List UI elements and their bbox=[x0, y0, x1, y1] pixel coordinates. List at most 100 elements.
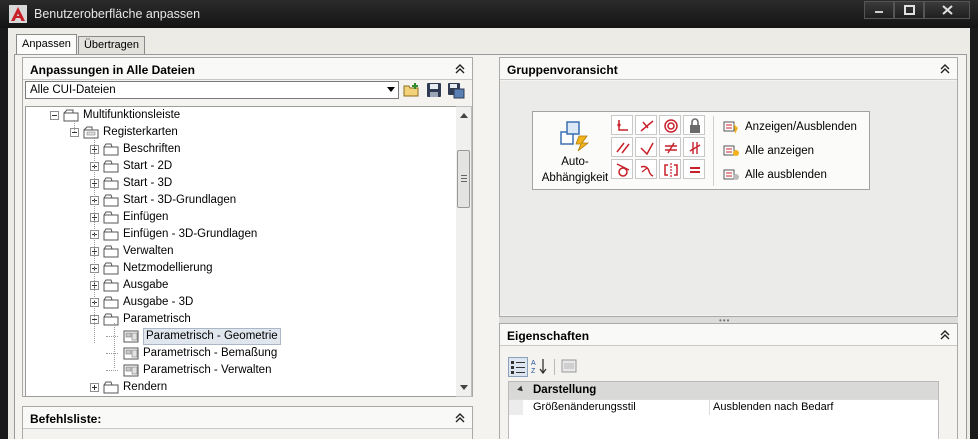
vertical-constraint-button[interactable] bbox=[683, 137, 705, 157]
alphabetical-button[interactable]: AZ bbox=[530, 357, 550, 377]
auto-constrain-button[interactable]: Auto- Abhängigkeit bbox=[537, 116, 609, 186]
tree-node-label: Rendern bbox=[123, 381, 168, 393]
collinear-constraint-button[interactable] bbox=[635, 115, 657, 135]
property-category[interactable]: Darstellung bbox=[509, 382, 938, 399]
tree-node-label: Ausgabe - 3D bbox=[123, 296, 194, 308]
parallel-constraint-button[interactable] bbox=[611, 137, 633, 157]
tree-node[interactable]: Ausgabe - 3D bbox=[26, 294, 456, 311]
lock-icon bbox=[690, 118, 700, 133]
group-preview-panel: Gruppenvoransicht Auto- Abhängigkeit Anz… bbox=[499, 57, 958, 317]
title-bar: Benutzeroberfläche anpassen bbox=[0, 0, 978, 28]
command-list-header[interactable]: Befehlsliste: bbox=[23, 407, 472, 429]
tree-node[interactable]: Beschriften bbox=[26, 141, 456, 158]
minimize-button[interactable] bbox=[864, 1, 894, 19]
scroll-thumb[interactable] bbox=[457, 150, 470, 208]
tree-node[interactable]: Rendern bbox=[26, 379, 456, 396]
save-as-icon[interactable] bbox=[447, 82, 465, 99]
tree-node[interactable]: Einfügen - 3D-Grundlagen bbox=[26, 226, 456, 243]
property-pages-icon bbox=[561, 359, 577, 373]
tab-icon bbox=[103, 177, 119, 190]
tree-node-label: Multifunktionsleiste bbox=[83, 109, 181, 121]
scroll-up-icon[interactable] bbox=[460, 113, 468, 118]
save-icon[interactable] bbox=[425, 82, 443, 99]
properties-title: Eigenschaften bbox=[507, 329, 590, 343]
dialog-client: Anpassen Übertragen Anpassungen in Alle … bbox=[8, 28, 970, 439]
close-button[interactable] bbox=[924, 1, 970, 19]
scroll-down-icon[interactable] bbox=[460, 385, 468, 390]
close-icon bbox=[941, 5, 953, 15]
customizations-tree[interactable]: Multifunktionsleiste Registerkarten Beschr… bbox=[25, 106, 457, 397]
tree-node-label: Start - 3D-Grundlagen bbox=[123, 194, 237, 206]
equal-icon bbox=[690, 167, 700, 173]
tree-node[interactable]: Parametrisch bbox=[26, 311, 456, 328]
tree-node-label: Parametrisch - Verwalten bbox=[143, 364, 272, 376]
property-grid: Darstellung Größenänderungsstil Ausblend… bbox=[508, 381, 939, 439]
tree-node[interactable]: Verwalten bbox=[26, 243, 456, 260]
tree-node[interactable]: Parametrisch - Bemaßung bbox=[26, 345, 456, 362]
toolbar-separator bbox=[554, 359, 555, 375]
tab-uebertragen[interactable]: Übertragen bbox=[77, 36, 145, 54]
tab-icon bbox=[103, 228, 119, 241]
concentric-icon bbox=[664, 119, 678, 133]
expand-arrow-icon bbox=[517, 385, 525, 394]
cui-file-dropdown[interactable]: Alle CUI-Dateien bbox=[25, 81, 399, 99]
concentric-constraint-button[interactable] bbox=[659, 115, 681, 135]
group-separator bbox=[713, 116, 714, 186]
property-row[interactable]: Größenänderungsstil Ausblenden nach Beda… bbox=[509, 399, 938, 415]
tree-node[interactable]: Start - 3D-Grundlagen bbox=[26, 192, 456, 209]
expand-icon[interactable] bbox=[90, 383, 99, 392]
fix-constraint-button[interactable] bbox=[683, 115, 705, 135]
tab-icon bbox=[103, 143, 119, 156]
symmetric-constraint-button[interactable] bbox=[659, 159, 681, 179]
properties-header[interactable]: Eigenschaften bbox=[500, 324, 957, 346]
tree-node-label: Start - 2D bbox=[123, 160, 173, 172]
symmetric-icon bbox=[664, 163, 678, 177]
tree-node-label: Parametrisch - Bemaßung bbox=[143, 347, 278, 359]
tree-node[interactable]: Netzmodellierung bbox=[26, 260, 456, 277]
auto-constrain-label-1: Auto- bbox=[561, 156, 589, 168]
tree-node[interactable]: Ausgabe bbox=[26, 277, 456, 294]
tree-node[interactable]: Multifunktionsleiste bbox=[26, 107, 456, 124]
tree-node[interactable]: Parametrisch - Verwalten bbox=[26, 362, 456, 379]
alphabetical-icon: AZ bbox=[531, 359, 547, 375]
panel-icon bbox=[123, 330, 139, 343]
perpendicular-constraint-button[interactable] bbox=[635, 137, 657, 157]
equal-constraint-button[interactable] bbox=[683, 159, 705, 179]
property-category-label: Darstellung bbox=[533, 384, 597, 396]
collapse-icon[interactable] bbox=[939, 63, 951, 75]
collapse-icon[interactable] bbox=[939, 329, 951, 341]
tree-scrollbar[interactable] bbox=[456, 106, 472, 397]
tree-node-label: Netzmodellierung bbox=[123, 262, 213, 274]
open-file-icon[interactable] bbox=[403, 82, 421, 99]
tree-node-label: Start - 3D bbox=[123, 177, 173, 189]
chevron-down-icon bbox=[387, 87, 395, 92]
smooth-constraint-button[interactable] bbox=[635, 159, 657, 179]
tree-node[interactable]: Einfügen bbox=[26, 209, 456, 226]
collapse-icon[interactable] bbox=[454, 412, 466, 424]
property-pages-button[interactable] bbox=[560, 357, 580, 377]
tree-node[interactable]: Parametrisch - Geometrie bbox=[26, 328, 456, 345]
tab-icon bbox=[103, 194, 119, 207]
tree-node[interactable]: Start - 3D bbox=[26, 175, 456, 192]
tab-anpassen[interactable]: Anpassen bbox=[16, 34, 77, 55]
command-list-panel: Befehlsliste: bbox=[22, 406, 473, 439]
show-hide-label: Anzeigen/Ausblenden bbox=[745, 121, 857, 133]
tab-strip: Anpassen Übertragen bbox=[16, 34, 146, 55]
horizontal-constraint-button[interactable] bbox=[659, 137, 681, 157]
parallel-icon bbox=[616, 142, 630, 154]
customizations-panel-header[interactable]: Anpassungen in Alle Dateien bbox=[23, 58, 472, 80]
tree-node-label: Einfügen bbox=[123, 211, 169, 223]
tab-icon bbox=[103, 160, 119, 173]
coincident-constraint-button[interactable] bbox=[611, 115, 633, 135]
group-preview-header[interactable]: Gruppenvoransicht bbox=[500, 58, 957, 80]
tree-node-label: Parametrisch bbox=[123, 313, 191, 325]
categorized-button[interactable] bbox=[508, 357, 528, 377]
tab-page: Anpassungen in Alle Dateien Alle CUI-Dat… bbox=[14, 54, 967, 439]
maximize-button[interactable] bbox=[894, 1, 924, 19]
collapse-node-icon[interactable] bbox=[50, 111, 59, 120]
tree-node[interactable]: Start - 2D bbox=[26, 158, 456, 175]
collapse-icon[interactable] bbox=[454, 63, 466, 75]
property-value[interactable]: Ausblenden nach Bedarf bbox=[713, 401, 833, 413]
tree-node[interactable]: Registerkarten bbox=[26, 124, 456, 141]
tangent-constraint-button[interactable] bbox=[611, 159, 633, 179]
